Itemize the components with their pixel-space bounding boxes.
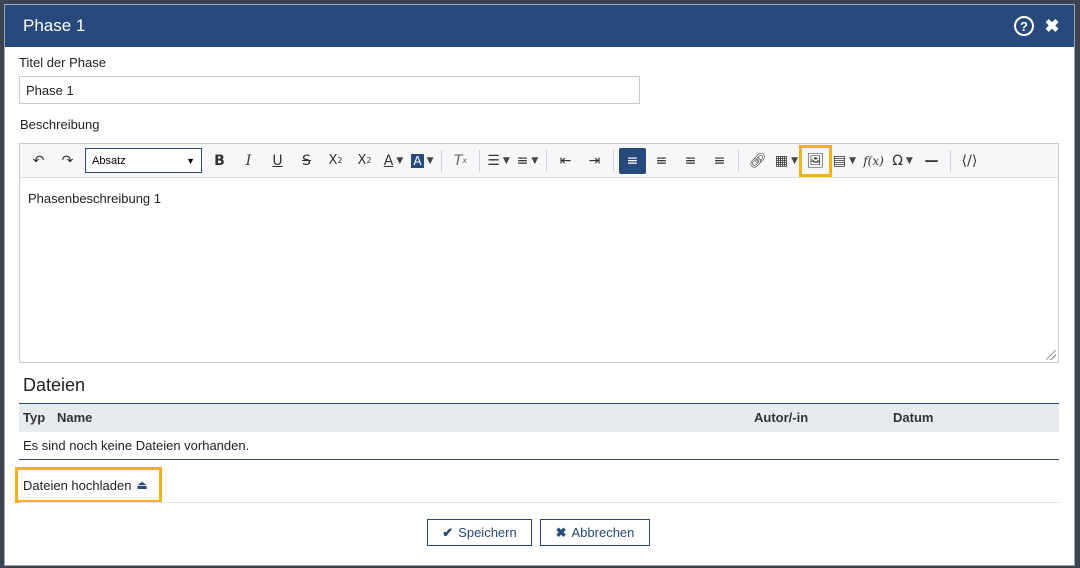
- align-center-icon[interactable]: ≡: [677, 148, 704, 174]
- table-row: Es sind noch keine Dateien vorhanden.: [19, 431, 1059, 460]
- underline-icon[interactable]: U: [264, 148, 291, 174]
- editor-toolbar: ↶ ↷ Absatz ▼ B I U S X2 X2 A ▼ A ▼ Tx ☰ ▼ ≡…: [20, 144, 1058, 178]
- files-section-title: Dateien: [23, 375, 86, 395]
- title-input[interactable]: [19, 76, 640, 104]
- column-header-type: Typ: [19, 403, 53, 432]
- special-characters-icon[interactable]: Ω ▼: [889, 148, 916, 174]
- outdent-icon[interactable]: ⇤: [552, 148, 579, 174]
- toolbar-separator: [479, 149, 480, 172]
- undo-icon[interactable]: ↶: [25, 148, 52, 174]
- upload-files-link[interactable]: Dateien hochladen ⏏: [15, 467, 162, 503]
- bold-icon[interactable]: B: [206, 148, 233, 174]
- checkmark-icon: ✔: [442, 524, 454, 540]
- upload-icon: ⏏: [136, 478, 148, 492]
- font-color-icon[interactable]: A ▼: [380, 148, 407, 174]
- image-icon[interactable]: 🖼︎: [799, 144, 832, 177]
- dialog-title: Phase 1: [23, 16, 86, 35]
- help-icon[interactable]: ?: [1014, 16, 1034, 36]
- save-button[interactable]: ✔ Speichern: [427, 519, 532, 546]
- column-header-name: Name: [53, 403, 750, 432]
- link-icon[interactable]: 🔗︎: [744, 148, 771, 174]
- italic-icon[interactable]: I: [235, 148, 262, 174]
- files-table: Typ Name Autor/-in Datum Es sind noch ke…: [19, 403, 1059, 460]
- numbered-list-icon[interactable]: ≡ ▼: [514, 148, 541, 174]
- paragraph-format-value: Absatz: [92, 154, 126, 167]
- save-button-label: Speichern: [458, 525, 517, 540]
- title-label: Titel der Phase: [19, 55, 106, 70]
- superscript-icon[interactable]: X2: [351, 148, 378, 174]
- toolbar-separator: [546, 149, 547, 172]
- align-left-icon[interactable]: ≡: [619, 147, 646, 174]
- background-color-icon[interactable]: A ▼: [409, 148, 436, 174]
- toolbar-separator: [441, 149, 442, 172]
- close-icon[interactable]: ✖: [1044, 16, 1060, 37]
- table-icon[interactable]: ▦ ▼: [773, 148, 800, 174]
- chevron-down-icon: ▼: [186, 155, 195, 166]
- source-icon[interactable]: ⟨/⟩: [956, 148, 983, 174]
- indent-icon[interactable]: ⇥: [581, 148, 608, 174]
- bulleted-list-icon[interactable]: ☰ ▼: [485, 148, 512, 174]
- toolbar-separator: [613, 149, 614, 172]
- paragraph-format-select[interactable]: Absatz ▼: [85, 148, 202, 173]
- justify-icon[interactable]: ≡: [706, 148, 733, 174]
- cancel-button[interactable]: ✖ Abbrechen: [540, 519, 650, 546]
- phase-dialog: Phase 1 ? ✖ Titel der Phase Beschreibung…: [4, 4, 1075, 566]
- cancel-button-label: Abbrechen: [571, 525, 635, 540]
- rich-text-editor: ↶ ↷ Absatz ▼ B I U S X2 X2 A ▼ A ▼ Tx ☰ ▼ ≡…: [19, 143, 1059, 363]
- dialog-header: Phase 1 ? ✖: [5, 5, 1074, 47]
- media-icon[interactable]: ▤ ▼: [831, 148, 858, 174]
- formula-icon[interactable]: f(x): [860, 148, 887, 174]
- upload-files-label: Dateien hochladen: [23, 477, 132, 493]
- close-icon: ✖: [555, 524, 567, 540]
- remove-format-icon[interactable]: Tx: [447, 148, 474, 174]
- editor-content[interactable]: Phasenbeschreibung 1: [20, 178, 1058, 219]
- toolbar-separator: [950, 149, 951, 172]
- strikethrough-icon[interactable]: S: [293, 148, 320, 174]
- resize-grip[interactable]: [1046, 350, 1056, 360]
- column-header-date: Datum: [889, 403, 1059, 432]
- divider: [19, 502, 1059, 503]
- horizontal-line-icon[interactable]: —: [918, 148, 945, 174]
- toolbar-separator: [738, 149, 739, 172]
- column-header-author: Autor/-in: [750, 403, 889, 432]
- empty-message: Es sind noch keine Dateien vorhanden.: [19, 431, 1059, 460]
- subscript-icon[interactable]: X2: [322, 148, 349, 174]
- align-right-icon[interactable]: ≡: [648, 148, 675, 174]
- description-label: Beschreibung: [20, 117, 100, 132]
- redo-icon[interactable]: ↷: [54, 148, 81, 174]
- editor-text: Phasenbeschreibung 1: [28, 191, 161, 206]
- table-header-row: Typ Name Autor/-in Datum: [19, 403, 1059, 432]
